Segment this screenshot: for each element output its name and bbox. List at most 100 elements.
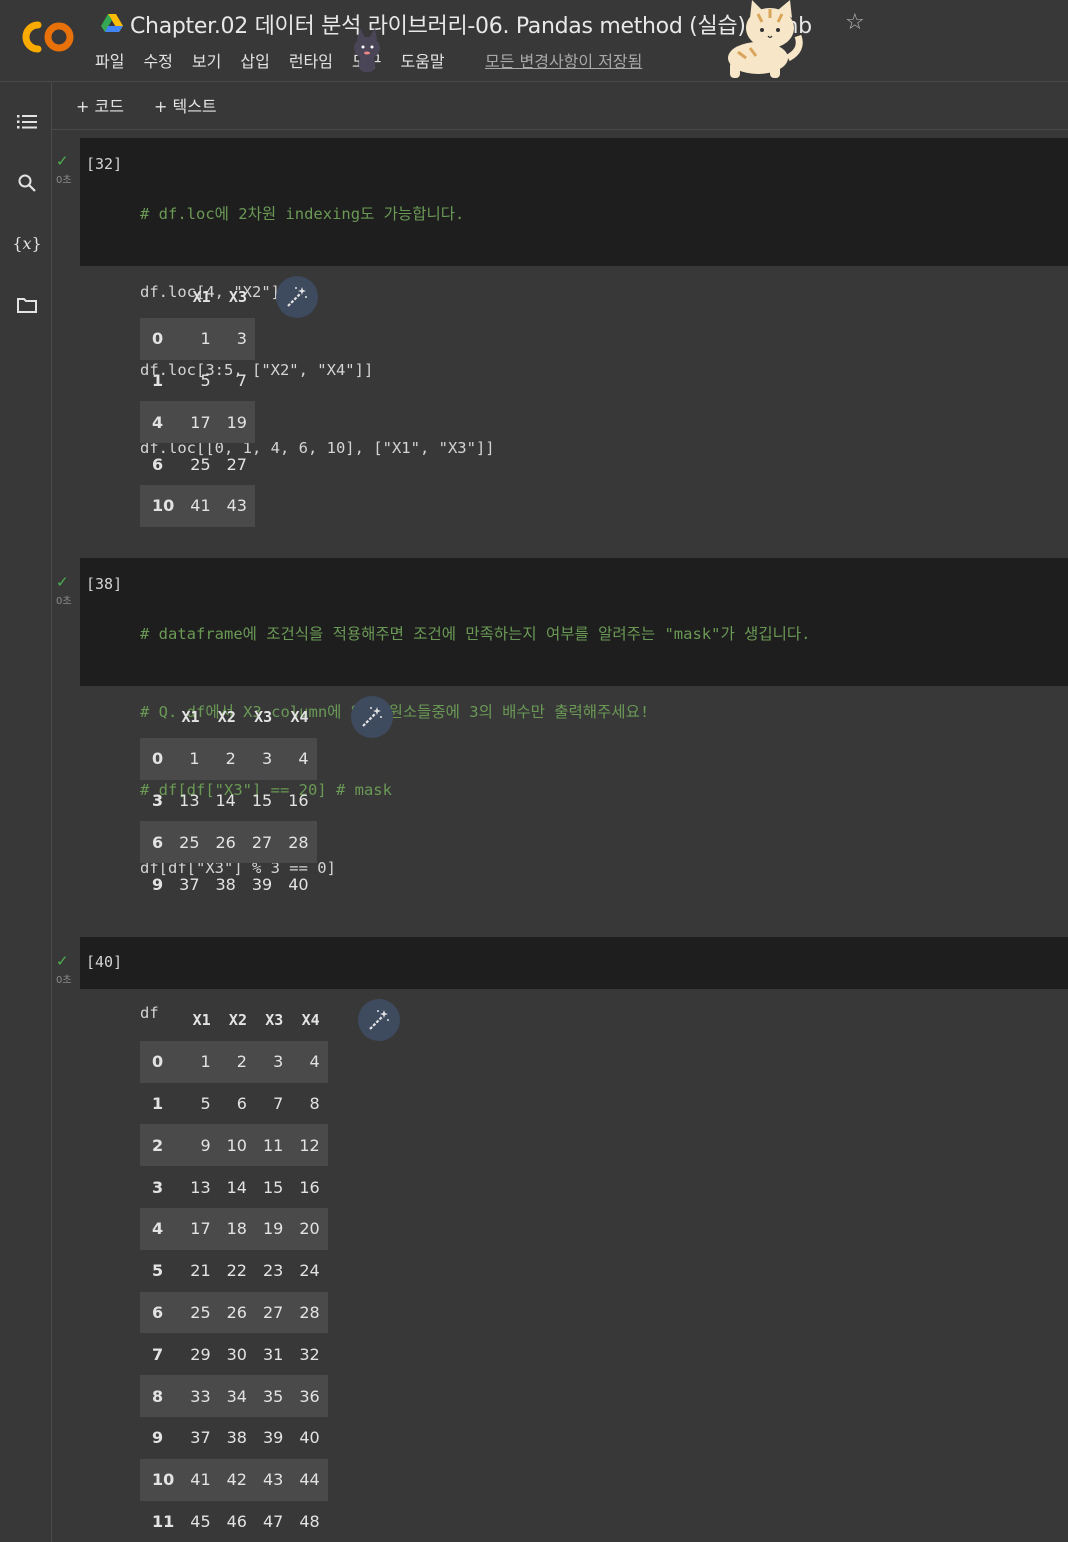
table-cell: 25 <box>179 832 200 852</box>
table-row: 4 17 18 19 20 <box>140 1207 328 1250</box>
table-cell: 41 <box>190 1470 211 1490</box>
table-cell: 14 <box>215 790 236 810</box>
table-cell: 15 <box>262 1177 284 1197</box>
code-cell[interactable]: [38] # dataframe에 조건식을 적용해주면 조건에 만족하는지 여… <box>80 558 1068 877</box>
table-row: 9 37 38 39 40 <box>140 863 317 905</box>
check-icon[interactable]: ✓ <box>56 575 78 590</box>
table-cell: 6 <box>236 1093 247 1113</box>
search-icon[interactable] <box>14 170 40 196</box>
table-cell: 33 <box>190 1386 211 1406</box>
column-header: X1 <box>192 287 211 306</box>
table-cell: 48 <box>299 1511 320 1531</box>
cat-decoration <box>354 28 380 72</box>
table-cell: 13 <box>190 1177 211 1197</box>
table-cell: 18 <box>226 1219 247 1239</box>
table-cell: 43 <box>262 1470 284 1490</box>
table-cell: 44 <box>299 1470 320 1490</box>
table-cell: 37 <box>190 1428 211 1448</box>
table-cell: 39 <box>262 1428 284 1448</box>
table-cell: 9 <box>200 1135 211 1155</box>
table-cell: 25 <box>190 454 211 474</box>
table-cell: 16 <box>299 1177 320 1197</box>
save-status[interactable]: 모든 변경사항이 저장됨 <box>485 48 642 72</box>
row-index: 9 <box>152 874 164 894</box>
column-header: X2 <box>217 707 236 726</box>
output-table: X1 X3 0 1 3 1 5 7 4 17 19 6 25 27 10 41 43 <box>140 276 255 527</box>
menu-insert[interactable]: 삽입 <box>240 48 269 72</box>
index-header <box>140 276 182 318</box>
table-row: 5 21 22 23 24 <box>140 1250 328 1292</box>
row-index: 3 <box>152 1177 164 1197</box>
cell-duration: 0초 <box>56 596 72 607</box>
check-icon[interactable]: ✓ <box>56 954 78 969</box>
column-header: X3 <box>228 287 247 306</box>
column-header: X3 <box>254 707 273 726</box>
column-header: X4 <box>301 1010 320 1029</box>
table-row: 7 29 30 31 32 <box>140 1333 328 1375</box>
menu-runtime[interactable]: 런타임 <box>289 48 333 72</box>
index-header <box>140 999 182 1041</box>
add-code-button[interactable]: + 코드 <box>76 93 124 117</box>
table-cell: 28 <box>299 1302 320 1322</box>
table-cell: 16 <box>288 790 309 810</box>
colab-logo[interactable] <box>18 18 76 56</box>
row-index: 10 <box>152 496 175 516</box>
code-line: # df.loc에 2차원 indexing도 가능합니다. <box>140 205 465 223</box>
table-cell: 5 <box>200 1093 211 1113</box>
table-cell: 37 <box>179 874 200 894</box>
table-cell: 5 <box>200 370 211 390</box>
table-cell: 47 <box>262 1511 284 1531</box>
magic-wand-icon[interactable] <box>358 999 400 1041</box>
app-header: Chapter.02 데이터 분석 라이브러리-06. Pandas metho… <box>0 0 1068 82</box>
table-cell: 1 <box>200 1052 211 1072</box>
row-index: 4 <box>152 1219 164 1239</box>
table-row: 6 25 26 27 28 <box>140 821 317 864</box>
magic-wand-icon[interactable] <box>351 696 393 738</box>
magic-wand-icon[interactable] <box>276 276 318 318</box>
menu-help[interactable]: 도움말 <box>400 48 444 72</box>
toc-icon[interactable] <box>14 109 40 135</box>
table-cell: 31 <box>262 1344 284 1364</box>
table-cell: 3 <box>273 1052 284 1072</box>
table-cell: 14 <box>226 1177 247 1197</box>
table-row: 3 13 14 15 16 <box>140 780 317 822</box>
variables-icon[interactable]: {𝑥} <box>12 230 41 256</box>
table-cell: 7 <box>236 370 247 390</box>
table-row: 8 33 34 35 36 <box>140 1375 328 1417</box>
menu-view[interactable]: 보기 <box>192 48 221 72</box>
notebook-toolbar: + 코드 + 텍스트 <box>52 83 1068 130</box>
table-row: 9 37 38 39 40 <box>140 1417 328 1459</box>
table-cell: 13 <box>179 790 200 810</box>
code-cell[interactable]: [32] # df.loc에 2차원 indexing도 가능합니다. df.l… <box>80 138 1068 457</box>
row-index: 6 <box>152 454 164 474</box>
table-row: 1 5 7 <box>140 360 255 402</box>
table-cell: 19 <box>226 412 247 432</box>
table-cell: 32 <box>299 1344 320 1364</box>
table-cell: 3 <box>236 329 247 349</box>
table-row: 10 41 43 <box>140 484 255 527</box>
menu-edit[interactable]: 수정 <box>143 48 172 72</box>
star-icon[interactable]: ☆ <box>845 10 865 35</box>
column-header: X1 <box>181 707 200 726</box>
code-cell[interactable]: [40] df <box>80 937 1068 1022</box>
table-cell: 20 <box>299 1219 320 1239</box>
check-icon[interactable]: ✓ <box>56 154 78 169</box>
table-cell: 35 <box>262 1386 284 1406</box>
add-text-button[interactable]: + 텍스트 <box>154 93 217 117</box>
cell-status: ✓ 0초 <box>56 154 78 187</box>
table-cell: 39 <box>251 874 273 894</box>
row-index: 7 <box>152 1344 164 1364</box>
cell-status: ✓ 0초 <box>56 954 78 987</box>
cell-prompt: [32] <box>86 155 123 173</box>
table-row: 0 1 2 3 4 <box>140 737 317 780</box>
table-cell: 4 <box>309 1052 320 1072</box>
row-index: 6 <box>152 1302 164 1322</box>
table-cell: 38 <box>215 874 236 894</box>
row-index: 4 <box>152 412 164 432</box>
column-header: X4 <box>290 707 309 726</box>
table-cell: 15 <box>251 790 273 810</box>
code-line: # dataframe에 조건식을 적용해주면 조건에 만족하는지 여부를 알려… <box>140 625 811 643</box>
menu-file[interactable]: 파일 <box>95 48 124 72</box>
row-index: 1 <box>152 1093 164 1113</box>
folder-icon[interactable] <box>14 292 40 318</box>
